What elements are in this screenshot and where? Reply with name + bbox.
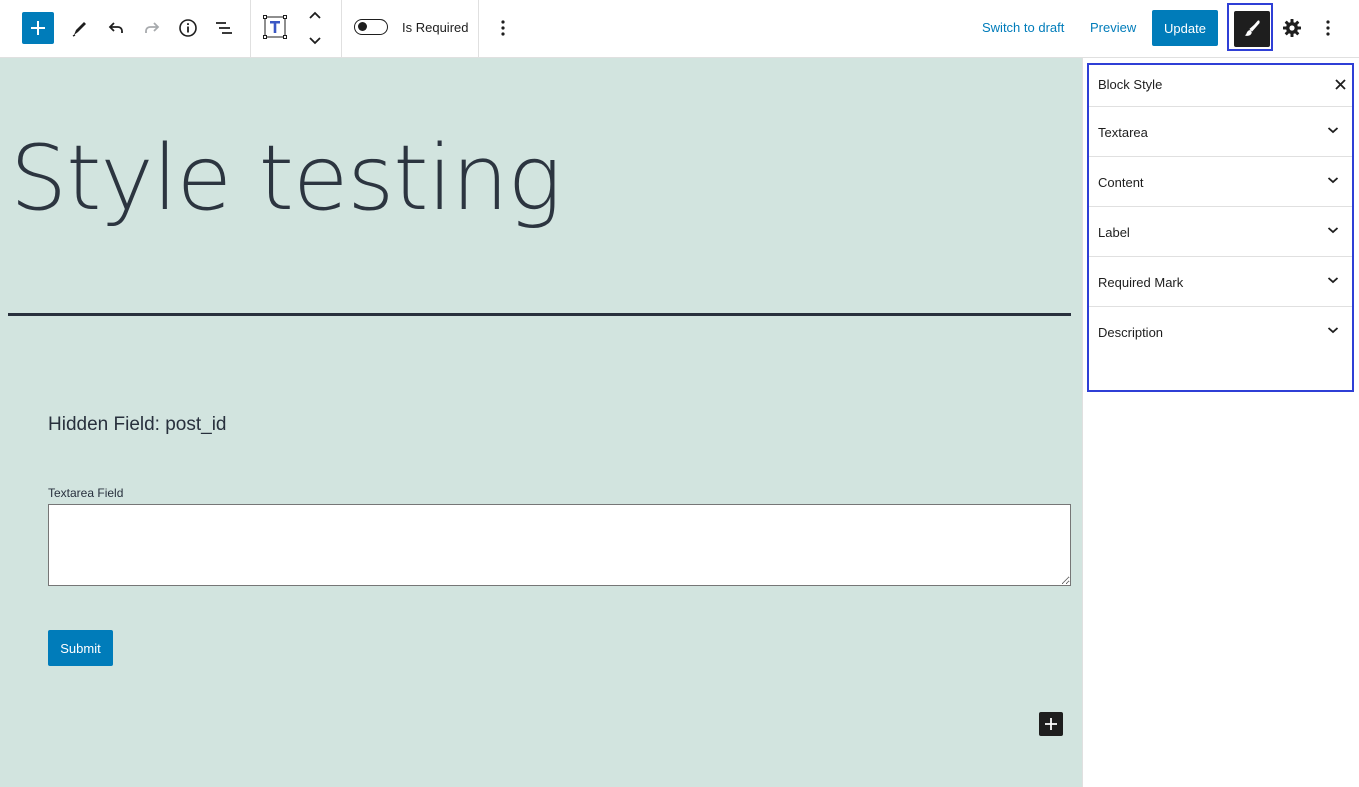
chevron-down-icon xyxy=(1327,127,1339,134)
settings-button[interactable] xyxy=(1280,14,1304,42)
post-title[interactable]: Style testing xyxy=(10,134,562,224)
block-inserter-button[interactable] xyxy=(1039,712,1063,736)
chevron-up-icon xyxy=(309,11,321,19)
textarea-label[interactable]: Textarea Field xyxy=(48,486,123,500)
list-view-button[interactable] xyxy=(210,14,238,42)
details-button[interactable] xyxy=(174,14,202,42)
undo-icon xyxy=(108,22,123,33)
options-button[interactable] xyxy=(1318,14,1338,42)
chevron-down-icon xyxy=(1327,177,1339,184)
redo-icon xyxy=(145,22,160,33)
brush-icon xyxy=(1244,20,1260,36)
panel-header: Block Style xyxy=(1089,65,1352,107)
gear-icon xyxy=(1283,19,1301,37)
more-vertical-icon xyxy=(501,20,505,36)
hidden-field-block[interactable]: Hidden Field: post_id xyxy=(48,414,227,436)
close-panel-button[interactable] xyxy=(1332,75,1348,93)
pencil-icon xyxy=(72,22,86,37)
move-down-button[interactable] xyxy=(304,32,326,50)
switch-to-draft-button[interactable]: Switch to draft xyxy=(982,20,1064,35)
editor-canvas: Style testing Hidden Field: post_id Text… xyxy=(0,58,1082,787)
undo-button[interactable] xyxy=(102,14,130,42)
section-label: Textarea xyxy=(1098,125,1148,140)
section-label: Content xyxy=(1098,175,1144,190)
section-label-text: Label xyxy=(1098,225,1130,240)
close-icon xyxy=(1334,78,1346,90)
chevron-down-icon xyxy=(309,37,321,45)
chevron-down-icon xyxy=(1327,327,1339,334)
section-label: Description xyxy=(1098,325,1164,340)
toolbar-separator xyxy=(341,0,342,58)
panel-title: Block Style xyxy=(1098,77,1163,92)
section-textarea[interactable]: Textarea xyxy=(1089,107,1352,157)
toggle-knob xyxy=(358,22,367,31)
block-options-button[interactable] xyxy=(492,14,514,42)
separator-block[interactable] xyxy=(8,313,1071,316)
required-toggle[interactable]: Is Required xyxy=(354,19,468,35)
block-type-button[interactable] xyxy=(260,12,290,42)
chevron-down-icon xyxy=(1327,227,1339,234)
update-button[interactable]: Update xyxy=(1152,10,1218,46)
section-content[interactable]: Content xyxy=(1089,157,1352,207)
tools-button[interactable] xyxy=(66,14,94,42)
redo-button[interactable] xyxy=(138,14,166,42)
section-description[interactable]: Description xyxy=(1089,307,1352,357)
editor-toolbar: Is Required Switch to draft Preview Upda… xyxy=(0,0,1359,58)
section-label[interactable]: Label xyxy=(1089,207,1352,257)
textarea-field[interactable] xyxy=(48,504,1071,586)
submit-button[interactable]: Submit xyxy=(48,630,113,666)
plus-icon xyxy=(1045,718,1057,730)
toolbar-separator xyxy=(250,0,251,58)
section-label: Required Mark xyxy=(1098,275,1184,290)
required-toggle-label: Is Required xyxy=(402,19,469,35)
info-icon xyxy=(179,19,197,37)
block-style-button[interactable] xyxy=(1234,11,1270,47)
chevron-down-icon xyxy=(1327,277,1339,284)
text-field-block-icon xyxy=(263,15,287,39)
move-up-button[interactable] xyxy=(304,6,326,24)
list-view-icon xyxy=(216,22,232,34)
block-style-panel: Block Style Textarea Content Label Requi… xyxy=(1087,63,1354,392)
toolbar-separator xyxy=(478,0,479,58)
preview-button[interactable]: Preview xyxy=(1090,20,1136,35)
required-toggle-switch[interactable] xyxy=(354,19,388,35)
section-required-mark[interactable]: Required Mark xyxy=(1089,257,1352,307)
plus-icon xyxy=(31,21,45,35)
add-block-button[interactable] xyxy=(22,12,54,44)
more-vertical-icon xyxy=(1326,20,1330,36)
